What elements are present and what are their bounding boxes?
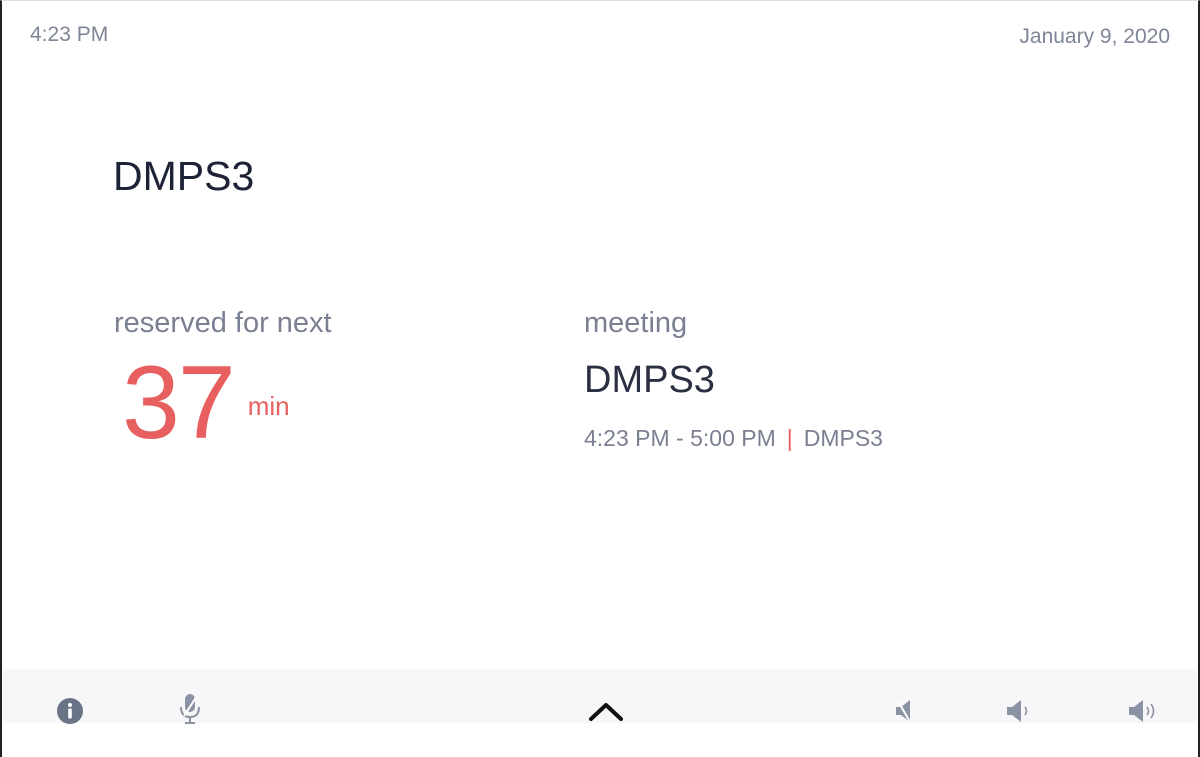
volume-up-button[interactable] [1123, 691, 1163, 731]
meeting-location: DMPS3 [803, 425, 883, 451]
status-date: January 9, 2020 [1019, 25, 1170, 48]
volume-mute-button[interactable] [885, 691, 925, 731]
volume-down-button[interactable] [998, 691, 1038, 731]
meeting-details: 4:23 PM - 5:00 PM | DMPS3 [584, 425, 883, 452]
status-time: 4:23 PM [30, 23, 109, 46]
room-name: DMPS3 [113, 153, 255, 199]
microphone-mute-button[interactable] [170, 689, 210, 729]
countdown-minutes: 37 [122, 345, 236, 461]
speaker-mute-icon [896, 700, 911, 723]
meeting-title: DMPS3 [584, 359, 715, 401]
volume-down-icon [1007, 700, 1028, 722]
meeting-separator: | [786, 425, 793, 451]
info-button[interactable] [50, 691, 90, 731]
meeting-time-range: 4:23 PM - 5:00 PM [584, 425, 776, 451]
chevron-up-icon [589, 703, 623, 721]
reserved-label: reserved for next [114, 307, 332, 339]
info-icon [57, 698, 83, 724]
countdown-unit: min [247, 391, 290, 421]
expand-up-button[interactable] [586, 691, 626, 731]
mic-muted-icon [180, 694, 200, 724]
volume-up-icon [1129, 700, 1155, 722]
reservation-countdown: 37 min [122, 351, 290, 455]
meeting-label: meeting [584, 307, 688, 339]
room-scheduler-panel: 4:23 PM January 9, 2020 DMPS3 reserved f… [0, 0, 1200, 757]
